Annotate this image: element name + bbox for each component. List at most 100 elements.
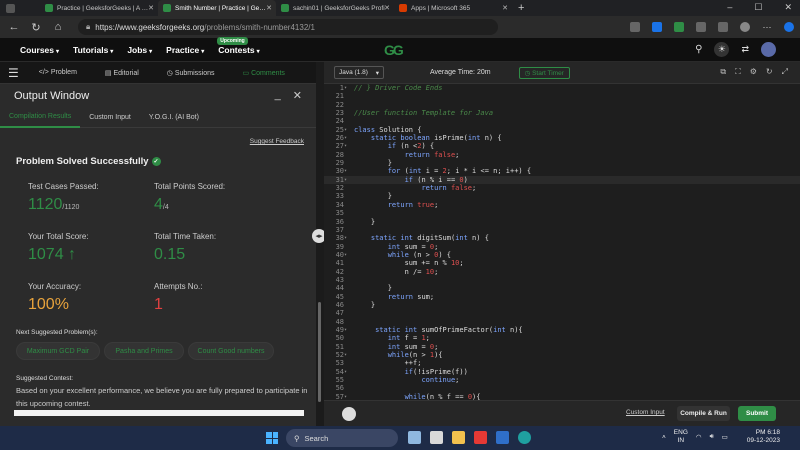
browser-tab[interactable]: Practice | GeeksforGeeks | A com ✕ xyxy=(40,0,158,16)
code-line[interactable]: 50 int f = 1; xyxy=(324,334,800,342)
back-arrow-icon[interactable]: ← xyxy=(6,21,22,33)
theme-toggle-icon[interactable]: ☀ xyxy=(714,42,730,57)
workspace-icon[interactable] xyxy=(6,3,15,13)
fullscreen-icon[interactable]: ⛶ xyxy=(735,67,741,77)
tab-custom-input[interactable]: Custom Input xyxy=(80,108,140,128)
submit-button[interactable]: Submit xyxy=(738,406,776,421)
code-line[interactable]: 28 return false; xyxy=(324,151,800,159)
contest-card[interactable] xyxy=(14,410,304,416)
tab-yogi-ai-bot[interactable]: Y.O.G.I. (AI Bot) xyxy=(140,108,208,128)
scrollbar-thumb[interactable] xyxy=(318,302,321,402)
code-line[interactable]: 26 ▾ static boolean isPrime(int n) { xyxy=(324,134,800,142)
chevron-up-icon[interactable]: ˄ xyxy=(662,434,666,441)
close-window-icon[interactable]: ✕ xyxy=(784,2,792,13)
code-line[interactable]: 55 continue; xyxy=(324,376,800,384)
code-line[interactable]: 23 //User function Template for Java xyxy=(324,109,800,117)
tab-comments[interactable]: ▭ Comments xyxy=(243,69,285,77)
task-view-icon[interactable] xyxy=(430,431,443,444)
battery-icon[interactable]: ▭ xyxy=(722,433,728,441)
code-line[interactable]: 53 ++f; xyxy=(324,359,800,367)
code-line[interactable]: 21 xyxy=(324,92,800,100)
code-line[interactable]: 46 } xyxy=(324,301,800,309)
code-line[interactable]: 24 xyxy=(324,117,800,125)
more-menu-icon[interactable]: ⋯ xyxy=(762,22,772,32)
windows-start-icon[interactable] xyxy=(266,432,278,444)
close-tab-icon[interactable]: ✕ xyxy=(148,4,154,12)
close-output-icon[interactable]: ✕ xyxy=(293,89,302,102)
tab-problem[interactable]: </> Problem xyxy=(39,69,77,76)
close-tab-icon[interactable]: ✕ xyxy=(266,4,272,12)
code-line[interactable]: 42 n /= 10; xyxy=(324,268,800,276)
extension-icon[interactable] xyxy=(652,22,662,32)
code-line[interactable]: 54 ▾ if(!isPrime(f)) xyxy=(324,368,800,376)
code-line[interactable]: 57 ▾ while(n % f == 0){ xyxy=(324,393,800,400)
code-area[interactable]: 1 ▾// } Driver Code Ends 21 22 23 //User func… xyxy=(324,84,800,400)
code-line[interactable]: 44 } xyxy=(324,284,800,292)
suggested-problem-pill[interactable]: Maximum GCD Pair xyxy=(16,342,100,360)
code-line[interactable]: 48 xyxy=(324,318,800,326)
address-bar[interactable]: 🔒︎ https://www.geeksforgeeks.org/problem… xyxy=(78,19,498,35)
tab-compilation-results[interactable]: Compilation Results xyxy=(0,108,81,128)
tab-editorial[interactable]: ▤ Editorial xyxy=(105,69,139,77)
code-line[interactable]: 40 ▾ while (n > 0) { xyxy=(324,251,800,259)
gfg-extension-icon[interactable] xyxy=(674,22,684,32)
minimize-output-icon[interactable]: _ xyxy=(275,89,281,102)
reset-icon[interactable]: ↻ xyxy=(766,67,773,77)
code-line[interactable]: 29 } xyxy=(324,159,800,167)
copilot-icon[interactable] xyxy=(784,22,794,32)
browser-tab[interactable]: Smith Number | Practice | Geeksf ✕ xyxy=(158,0,276,16)
code-line[interactable]: 38 ▾ static int digitSum(int n) { xyxy=(324,234,800,242)
taskbar-search[interactable]: ⚲ Search xyxy=(286,429,398,447)
code-line[interactable]: 32 return false; xyxy=(324,184,800,192)
code-line[interactable]: 52 ▾ while(n > 1){ xyxy=(324,351,800,359)
gfg-logo[interactable]: GG xyxy=(384,42,404,58)
vscode-icon[interactable] xyxy=(496,431,509,444)
nav-item[interactable]: Practice ▾ xyxy=(166,45,204,55)
volume-icon[interactable]: 🔊︎ xyxy=(710,433,714,441)
weather-app-icon[interactable] xyxy=(408,431,421,444)
code-line[interactable]: 39 int sum = 0; xyxy=(324,243,800,251)
search-icon[interactable]: ⚲ xyxy=(695,44,702,55)
read-aloud-icon[interactable] xyxy=(630,22,640,32)
youtube-icon[interactable] xyxy=(474,431,487,444)
new-tab-button[interactable]: + xyxy=(518,2,524,14)
copy-icon[interactable]: ⧉ xyxy=(720,67,726,77)
code-line[interactable]: 37 xyxy=(324,226,800,234)
hamburger-menu-icon[interactable]: ☰ xyxy=(8,66,19,80)
suggested-problem-pill[interactable]: Pasha and Primes xyxy=(104,342,184,360)
custom-input-link[interactable]: Custom Input xyxy=(626,409,665,416)
code-line[interactable]: 36 } xyxy=(324,218,800,226)
code-line[interactable]: 43 xyxy=(324,276,800,284)
start-timer-button[interactable]: ◷ Start Timer xyxy=(518,66,570,79)
expand-icon[interactable]: ⤢ xyxy=(782,67,788,77)
refresh-icon[interactable]: ↻ xyxy=(28,21,44,34)
compile-run-button[interactable]: Compile & Run xyxy=(677,406,730,421)
language-indicator[interactable]: ENG IN xyxy=(674,429,688,445)
home-icon[interactable]: ⌂ xyxy=(50,21,66,33)
language-select[interactable]: Java (1.8) ▾ xyxy=(334,66,384,79)
code-line[interactable]: 34 return true; xyxy=(324,201,800,209)
code-line[interactable]: 22 xyxy=(324,101,800,109)
minimize-icon[interactable]: – xyxy=(727,2,732,13)
edge-icon[interactable] xyxy=(518,431,531,444)
nav-item[interactable]: Jobs ▾ xyxy=(127,45,152,55)
nav-item[interactable]: Upcoming Contests ▾ xyxy=(217,36,260,55)
clock[interactable]: PM 6:18 09-12-2023 xyxy=(747,429,780,445)
wifi-icon[interactable]: ◠ xyxy=(696,433,702,441)
collections-icon[interactable] xyxy=(718,22,728,32)
code-line[interactable]: 27 ▾ if (n <2) { xyxy=(324,142,800,150)
browser-tab[interactable]: Apps | Microsoft 365 ✕ xyxy=(394,0,512,16)
code-line[interactable]: 47 xyxy=(324,309,800,317)
code-line[interactable]: 25 ▾ class Solution { xyxy=(324,126,800,134)
maximize-icon[interactable]: ☐ xyxy=(754,2,762,13)
code-line[interactable]: 31 ▾ if (n % i == 0) xyxy=(324,175,800,185)
profile-avatar-icon[interactable] xyxy=(740,22,750,32)
browser-tab[interactable]: sachin01 | GeeksforGeeks Profi ✕ xyxy=(276,0,394,16)
code-line[interactable]: 45 return sum; xyxy=(324,293,800,301)
code-line[interactable]: 33 } xyxy=(324,192,800,200)
code-line[interactable]: 56 xyxy=(324,384,800,392)
code-line[interactable]: 41 sum += n % 10; xyxy=(324,259,800,267)
suggest-feedback-link[interactable]: Suggest Feedback xyxy=(250,138,304,145)
close-tab-icon[interactable]: ✕ xyxy=(384,4,390,12)
code-line[interactable]: 1 ▾// } Driver Code Ends xyxy=(324,84,800,92)
